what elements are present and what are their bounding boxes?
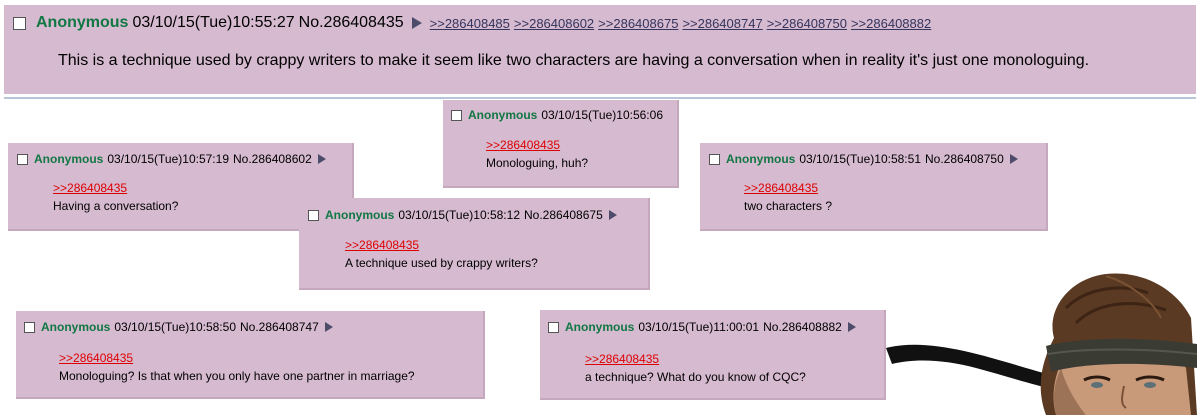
reply-body: >>286408435 Monologuing, huh? [486,136,588,172]
post-menu-arrow-icon[interactable] [1009,154,1018,164]
reply-header: Anonymous 03/10/15(Tue)10:58:50 No.28640… [24,320,337,334]
post-datetime: 03/10/15(Tue)10:58:51 [799,152,921,166]
reply-comment: two characters ? [744,199,833,213]
op-select-checkbox[interactable] [13,16,26,30]
reply-post: Anonymous 03/10/15(Tue)10:58:51 No.28640… [700,143,1048,231]
reply-body: >>286408435 A technique used by crappy w… [345,236,538,272]
post-number[interactable]: No.286408750 [925,152,1004,166]
reply-header: Anonymous 03/10/15(Tue)10:58:12 No.28640… [308,208,621,222]
character-image [886,273,1197,415]
quote-link[interactable]: >>286408435 [486,136,588,154]
post-number[interactable]: No.286408747 [240,320,319,334]
select-checkbox[interactable] [548,321,559,333]
backlink[interactable]: >>286408675 [598,16,678,31]
post-number[interactable]: No.286408602 [233,152,312,166]
backlink[interactable]: >>286408602 [514,16,594,31]
backlink[interactable]: >>286408750 [767,16,847,31]
op-comment: This is a technique used by crappy write… [58,52,1090,69]
quote-link[interactable]: >>286408435 [59,349,415,367]
divider [4,97,1196,99]
post-number[interactable]: No.286408675 [524,208,603,222]
select-checkbox[interactable] [308,209,319,221]
poster-name: Anonymous [34,152,104,166]
quote-link[interactable]: >>286408435 [585,350,806,368]
post-datetime: 03/10/15(Tue)10:57:19 [107,152,229,166]
reply-comment: Monologuing? Is that when you only have … [59,369,415,383]
reply-header: Anonymous 03/10/15(Tue)11:00:01 No.28640… [548,320,860,334]
post-datetime: 03/10/15(Tue)10:58:50 [114,320,236,334]
backlink[interactable]: >>286408882 [851,16,931,31]
select-checkbox[interactable] [709,153,720,165]
post-datetime: 03/10/15(Tue)10:55:27 [132,14,295,31]
select-checkbox[interactable] [451,109,462,121]
op-post-header: Anonymous 03/10/15(Tue)10:55:27 No.28640… [13,14,935,32]
select-checkbox[interactable] [17,153,28,165]
reply-header: Anonymous 03/10/15(Tue)10:58:51 No.28640… [709,152,1022,166]
post-datetime: 03/10/15(Tue)11:00:01 [638,320,760,334]
reply-comment: a technique? What do you know of CQC? [585,370,806,384]
reply-body: >>286408435 Monologuing? Is that when yo… [59,349,415,385]
op-post: Anonymous 03/10/15(Tue)10:55:27 No.28640… [4,5,1196,94]
poster-name: Anonymous [36,14,129,31]
reply-header: Anonymous 03/10/15(Tue)10:57:19 No.28640… [17,152,330,166]
reply-post: Anonymous 03/10/15(Tue)10:58:12 No.28640… [299,198,650,290]
post-menu-arrow-icon[interactable] [324,322,333,332]
post-datetime: 03/10/15(Tue)10:56:06 [541,108,663,122]
reply-post: Anonymous 03/10/15(Tue)10:58:50 No.28640… [16,311,485,399]
post-number[interactable]: No.286408435 [299,14,404,32]
reply-comment: Having a conversation? [53,199,179,213]
poster-name: Anonymous [468,108,538,122]
poster-name: Anonymous [726,152,796,166]
reply-post: Anonymous 03/10/15(Tue)10:56:06 >>286408… [443,100,679,188]
reply-body: >>286408435 Having a conversation? [53,179,178,215]
backlink[interactable]: >>286408485 [430,16,510,31]
reply-body: >>286408435 two characters ? [744,179,832,215]
backlink[interactable]: >>286408747 [682,16,762,31]
post-menu-arrow-icon[interactable] [317,154,326,164]
reply-body: >>286408435 a technique? What do you kno… [585,350,806,386]
poster-name: Anonymous [41,320,111,334]
reply-header: Anonymous 03/10/15(Tue)10:56:06 [451,108,667,122]
quote-link[interactable]: >>286408435 [744,179,832,197]
post-menu-arrow-icon[interactable] [411,17,422,29]
quote-link[interactable]: >>286408435 [345,236,538,254]
post-menu-arrow-icon[interactable] [608,210,617,220]
reply-comment: Monologuing, huh? [486,156,589,170]
post-menu-arrow-icon[interactable] [847,322,856,332]
reply-comment: A technique used by crappy writers? [345,256,538,270]
poster-name: Anonymous [325,208,395,222]
post-datetime: 03/10/15(Tue)10:58:12 [398,208,520,222]
quote-link[interactable]: >>286408435 [53,179,178,197]
post-number[interactable]: No.286408882 [763,320,842,334]
poster-name: Anonymous [565,320,635,334]
select-checkbox[interactable] [24,321,35,333]
reply-post: Anonymous 03/10/15(Tue)11:00:01 No.28640… [540,310,886,400]
